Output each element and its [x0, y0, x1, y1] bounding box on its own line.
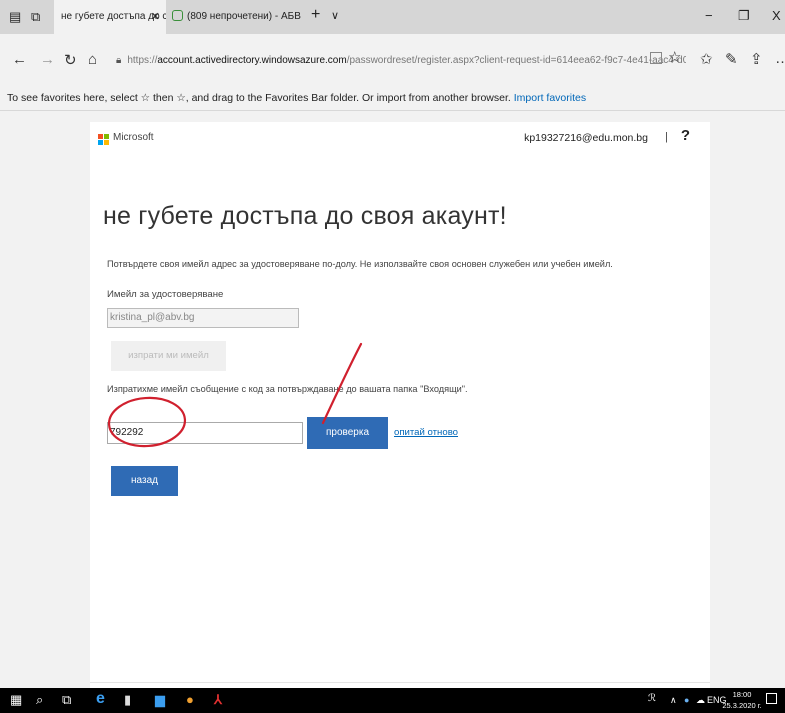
onedrive-icon[interactable]: ☁	[696, 695, 705, 706]
action-center-icon[interactable]	[766, 693, 777, 704]
import-favorites-link[interactable]: Import favorites	[514, 92, 586, 104]
tab-label: (809 непрочетени) - АБВ п	[187, 11, 304, 22]
lock-icon: 🔒︎	[116, 55, 122, 66]
brand-header: Microsoft kp19327216@edu.mon.bg | ?	[90, 122, 710, 156]
email-field[interactable]: kristina_pl@abv.bg	[107, 308, 299, 328]
close-window-button[interactable]: X	[772, 8, 781, 23]
address-toolbar: ← → ↻ ⌂ 🔒︎ https://account.activedirector…	[0, 34, 785, 86]
header-separator: |	[665, 131, 668, 143]
network-icon[interactable]: ●	[684, 695, 689, 705]
edge-browser-icon[interactable]: e	[96, 690, 105, 708]
tab-list-chevron-icon[interactable]: ∨	[331, 9, 339, 22]
file-explorer-icon[interactable]: ▮	[124, 692, 131, 708]
minimize-button[interactable]: −	[705, 8, 713, 23]
clock-time: 18:00	[732, 690, 752, 699]
microsoft-brand-text: Microsoft	[113, 132, 154, 143]
favorites-hub-icon[interactable]: ✩	[700, 50, 713, 68]
more-icon[interactable]: …	[775, 50, 785, 67]
abv-favicon-icon	[172, 10, 183, 21]
show-hidden-icons-chevron-icon[interactable]: ∧	[670, 695, 677, 706]
windows-taskbar: ▦ ⌕ ⧉ e ▮ ▆ ● ⅄ ℛ ∧ ● ☁ ENG 18:00 25.3.2…	[0, 688, 785, 713]
search-icon[interactable]: ⌕	[36, 692, 43, 708]
verification-code-input[interactable]: 792292	[107, 422, 303, 444]
close-tab-icon[interactable]: ✕	[151, 0, 160, 34]
pen-icon[interactable]: ✎	[725, 50, 738, 68]
favorites-bar-hint: To see favorites here, select ☆ then ☆, …	[7, 92, 511, 104]
windows-start-icon[interactable]: ▦	[10, 692, 22, 708]
help-icon[interactable]: ?	[681, 127, 690, 144]
send-email-button[interactable]: изпрати ми имейл	[111, 341, 226, 371]
task-view-icon[interactable]: ⧉	[62, 692, 71, 708]
pdf-reader-icon[interactable]: ⅄	[214, 692, 222, 708]
instructions-text: Потвърдете своя имейл адрес за удостовер…	[107, 259, 613, 269]
store-icon[interactable]: ▆	[155, 692, 165, 708]
people-icon[interactable]: ℛ	[648, 693, 656, 704]
favorite-star-icon[interactable]: ☆	[668, 48, 681, 66]
microsoft-logo-icon	[98, 134, 109, 145]
share-icon[interactable]: ⇪	[750, 50, 763, 68]
clock-date: 25.3.2020 г.	[722, 701, 762, 710]
forward-arrow-icon[interactable]: →	[40, 51, 55, 68]
new-tab-button[interactable]: +	[311, 6, 320, 24]
reading-view-icon[interactable]	[650, 52, 662, 64]
page-background: Microsoft kp19327216@edu.mon.bg | ? не г…	[0, 111, 785, 688]
page-title: не губете достъпа до своя акаунт!	[103, 202, 507, 230]
back-arrow-icon[interactable]: ←	[12, 51, 27, 68]
clock[interactable]: 18:00 25.3.2020 г.	[722, 689, 762, 711]
set-tabs-aside-icon[interactable]: ⧉	[31, 9, 40, 25]
refresh-icon[interactable]: ↻	[64, 51, 77, 69]
address-bar[interactable]: 🔒︎ https://account.activedirectory.window…	[116, 44, 686, 78]
email-field-label: Имейл за удостоверяване	[107, 289, 224, 300]
verify-button[interactable]: проверка	[307, 417, 388, 449]
content-card: Microsoft kp19327216@edu.mon.bg | ? не г…	[90, 122, 710, 688]
signed-in-user[interactable]: kp19327216@edu.mon.bg	[524, 132, 648, 144]
tab-strip: ▤ ⧉ не губете достъпа до с ✕ (809 непроч…	[0, 0, 785, 34]
restore-button[interactable]: ❐	[738, 8, 750, 24]
tab-abv-mail[interactable]: (809 непрочетени) - АБВ п	[166, 0, 304, 34]
favorites-bar: To see favorites here, select ☆ then ☆, …	[0, 86, 785, 111]
back-button[interactable]: назад	[111, 466, 178, 496]
email-sent-message: Изпратихме имейл съобщение с код за потв…	[107, 384, 468, 394]
chrome-icon[interactable]: ●	[186, 692, 194, 707]
home-icon[interactable]: ⌂	[88, 51, 97, 68]
retry-link[interactable]: опитай отново	[394, 427, 458, 438]
tab-password-reset[interactable]: не губете достъпа до с ✕	[54, 0, 166, 34]
tab-preview-icon[interactable]: ▤	[9, 9, 21, 25]
